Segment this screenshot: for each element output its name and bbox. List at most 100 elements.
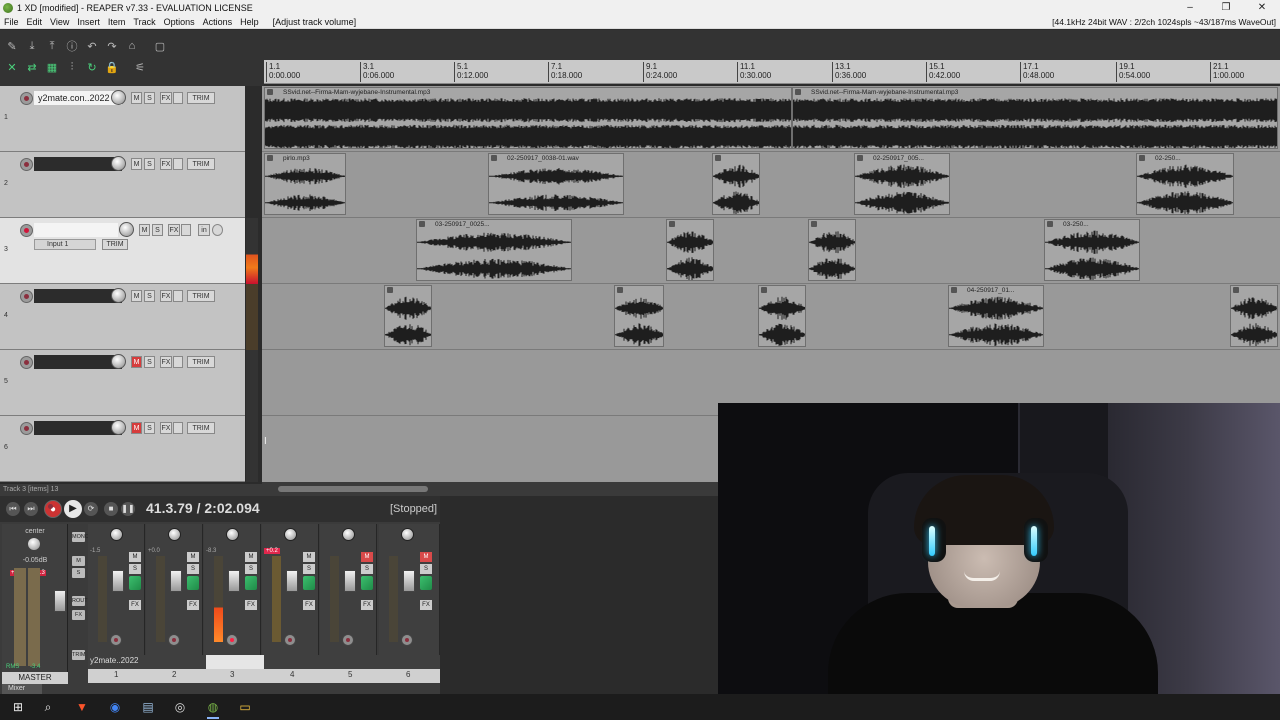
fx-button[interactable]: FX	[160, 356, 172, 368]
track-5[interactable]: 5 M S FX TRIM	[0, 350, 245, 416]
volume-knob[interactable]	[111, 288, 126, 303]
mute-button[interactable]: M	[303, 552, 315, 562]
audio-device-status[interactable]: [44.1kHz 24bit WAV : 2/2ch 1024spls ~43/…	[1052, 17, 1276, 27]
search-icon[interactable]: ⌕	[40, 699, 56, 715]
trim-button[interactable]: TRIM	[187, 290, 215, 302]
volume-knob[interactable]	[111, 354, 126, 369]
menu-edit[interactable]: Edit	[23, 17, 47, 27]
trim-button[interactable]: TRIM	[187, 356, 215, 368]
fx-button[interactable]: FX	[361, 600, 373, 610]
strip-1-name[interactable]: y2mate..2022	[90, 656, 138, 665]
media-item[interactable]	[712, 153, 760, 215]
route-indicator[interactable]	[361, 576, 373, 590]
route-indicator[interactable]	[303, 576, 315, 590]
close-button[interactable]: ✕	[1244, 0, 1280, 15]
fx-bypass-button[interactable]	[173, 422, 183, 434]
pan-knob[interactable]	[168, 528, 181, 541]
play-button[interactable]: ▶	[64, 500, 82, 518]
notepad-icon[interactable]: ▤	[140, 699, 156, 715]
mute-button[interactable]: M	[245, 552, 257, 562]
track-4[interactable]: 4 M S FX TRIM	[0, 284, 245, 350]
media-item[interactable]	[614, 285, 664, 347]
volume-knob[interactable]	[111, 90, 126, 105]
menu-options[interactable]: Options	[160, 17, 199, 27]
media-item[interactable]: 02-250917_0038-01.wav	[488, 153, 624, 215]
media-item[interactable]: 02-250917_005...	[854, 153, 950, 215]
record-arm-button[interactable]	[284, 634, 296, 646]
mixer-strip-1[interactable]: -1.5 M S FX	[88, 524, 145, 672]
master-solo-button[interactable]: S	[72, 568, 85, 578]
pan-knob[interactable]	[284, 528, 297, 541]
trim-button[interactable]: TRIM	[102, 239, 128, 250]
reaper-icon[interactable]: ◍	[205, 699, 221, 719]
pan-knob[interactable]	[110, 528, 123, 541]
record-arm-button[interactable]	[20, 158, 33, 171]
undo-icon[interactable]: ↶	[84, 38, 100, 54]
track-name-field[interactable]	[34, 421, 122, 435]
maximize-button[interactable]: ❐	[1208, 0, 1244, 15]
route-indicator[interactable]	[245, 576, 257, 590]
toggle-view-icon[interactable]: ▢	[152, 38, 168, 54]
route-indicator[interactable]	[187, 576, 199, 590]
mixer-strip-5[interactable]: M S FX	[320, 524, 377, 672]
solo-button[interactable]: S	[187, 564, 199, 574]
windows-start-icon[interactable]: ⊞	[10, 699, 26, 715]
record-button[interactable]: ●	[44, 500, 62, 518]
fx-button[interactable]: FX	[160, 422, 172, 434]
mixer-tab[interactable]: Mixer	[2, 684, 42, 694]
track-name-field[interactable]	[34, 223, 118, 237]
lock-icon[interactable]: 🔒	[104, 59, 120, 75]
mute-button[interactable]: M	[187, 552, 199, 562]
mixer-strip-4[interactable]: +0.2 M S FX	[262, 524, 319, 672]
solo-button[interactable]: S	[144, 92, 155, 104]
item-grouping-icon[interactable]: ⫶	[64, 59, 80, 75]
solo-button[interactable]: S	[144, 356, 155, 368]
record-arm-button[interactable]	[226, 634, 238, 646]
record-arm-button[interactable]	[20, 356, 33, 369]
fx-button[interactable]: FX	[168, 224, 180, 236]
ripple-edit-icon[interactable]: ⇄	[24, 59, 40, 75]
file-explorer-icon[interactable]: ▭	[237, 699, 253, 715]
record-arm-button[interactable]	[110, 634, 122, 646]
horizontal-scrollbar-thumb[interactable]	[278, 486, 428, 492]
fx-button[interactable]: FX	[420, 600, 432, 610]
record-arm-button[interactable]	[401, 634, 413, 646]
strip-3-name-selected[interactable]	[206, 655, 264, 669]
pan-knob[interactable]	[401, 528, 414, 541]
fx-button[interactable]: FX	[129, 600, 141, 610]
media-item[interactable]	[808, 219, 856, 281]
fx-bypass-button[interactable]	[173, 290, 183, 302]
menu-help[interactable]: Help	[236, 17, 263, 27]
menu-actions[interactable]: Actions	[199, 17, 237, 27]
media-item[interactable]: SSvid.net--Firma-Mam-wyjebane-Instrument…	[792, 87, 1278, 149]
solo-button[interactable]: S	[420, 564, 432, 574]
volume-fader[interactable]	[286, 570, 298, 592]
go-to-end-icon[interactable]: ⏭	[24, 502, 38, 516]
record-arm-button[interactable]	[20, 290, 33, 303]
record-arm-button[interactable]	[20, 422, 33, 435]
solo-button[interactable]: S	[129, 564, 141, 574]
media-item[interactable]: 04-250917_01...	[948, 285, 1044, 347]
record-arm-button[interactable]	[20, 224, 33, 237]
save-project-icon[interactable]: ⤒	[44, 38, 60, 54]
master-fader[interactable]	[54, 590, 66, 612]
media-item[interactable]: 03-250917_0025...	[416, 219, 572, 281]
volume-knob[interactable]	[111, 156, 126, 171]
minimize-button[interactable]: –	[1172, 0, 1208, 15]
record-arm-button[interactable]	[168, 634, 180, 646]
pause-button[interactable]: ❚❚	[121, 502, 135, 516]
media-item[interactable]	[758, 285, 806, 347]
track-name-field[interactable]: y2mate.con..2022	[34, 91, 122, 105]
track-6[interactable]: 6 M S FX TRIM	[0, 416, 245, 482]
menu-file[interactable]: File	[0, 17, 23, 27]
track-3[interactable]: 3 M S FX in Input 1 TRIM	[0, 218, 245, 284]
chrome-icon[interactable]: ◉	[107, 699, 123, 715]
pan-knob[interactable]	[342, 528, 355, 541]
metronome-icon[interactable]: ⌂	[124, 38, 140, 54]
trim-button[interactable]: TRIM	[187, 158, 215, 170]
route-indicator[interactable]	[420, 576, 432, 590]
fx-bypass-button[interactable]	[173, 356, 183, 368]
fx-button[interactable]: FX	[160, 92, 172, 104]
menu-item[interactable]: Item	[104, 17, 130, 27]
media-item[interactable]: 03-250...	[1044, 219, 1140, 281]
